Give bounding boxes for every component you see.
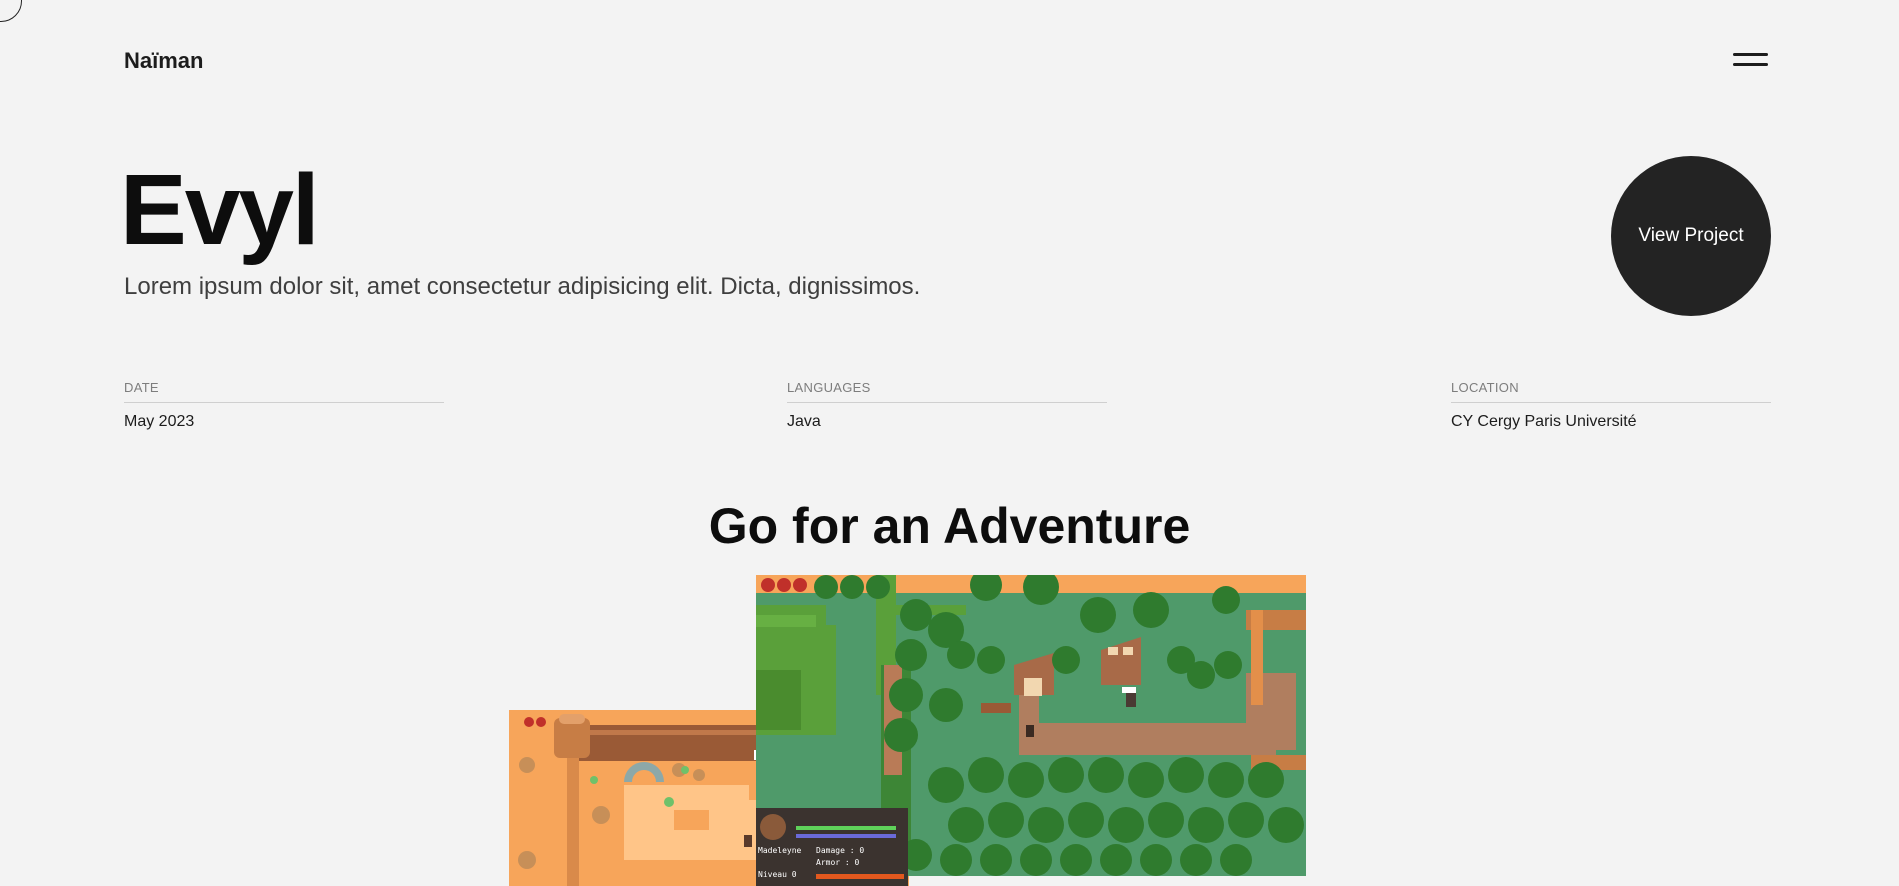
hud-name: Madeleyne bbox=[758, 846, 802, 855]
menu-line bbox=[1733, 63, 1768, 66]
mana-bar bbox=[796, 834, 896, 838]
hud-armor: Armor : 0 bbox=[816, 858, 860, 867]
brand-logo[interactable]: Naïman bbox=[124, 48, 203, 74]
meta-value: CY Cergy Paris Université bbox=[1451, 413, 1637, 430]
meta-languages: LANGUAGES Java bbox=[787, 380, 1107, 431]
meta-date: DATE May 2023 bbox=[124, 380, 444, 431]
hud-damage: Damage : 0 bbox=[816, 846, 865, 855]
section-heading: Go for an Adventure bbox=[708, 498, 1191, 554]
health-bar bbox=[796, 826, 896, 830]
meta-value: Java bbox=[787, 413, 821, 430]
avatar bbox=[760, 814, 786, 840]
project-title: Evyl bbox=[120, 154, 320, 266]
meta-label: LANGUAGES bbox=[787, 380, 1107, 403]
view-project-button[interactable]: View Project bbox=[1611, 156, 1771, 316]
project-subtitle: Lorem ipsum dolor sit, amet consectetur … bbox=[124, 273, 921, 300]
hud-level: Niveau 0 bbox=[758, 870, 797, 879]
player-hud: Madeleyne Damage : 0 Armor : 0 Niveau 0 bbox=[756, 808, 908, 886]
cursor-follower bbox=[0, 0, 22, 22]
meta-label: LOCATION bbox=[1451, 380, 1771, 403]
xp-bar bbox=[816, 874, 904, 879]
meta-location: LOCATION CY Cergy Paris Université bbox=[1451, 380, 1771, 431]
meta-value: May 2023 bbox=[124, 413, 195, 430]
hamburger-icon[interactable] bbox=[1733, 50, 1768, 70]
meta-label: DATE bbox=[124, 380, 444, 403]
menu-line bbox=[1733, 53, 1768, 56]
